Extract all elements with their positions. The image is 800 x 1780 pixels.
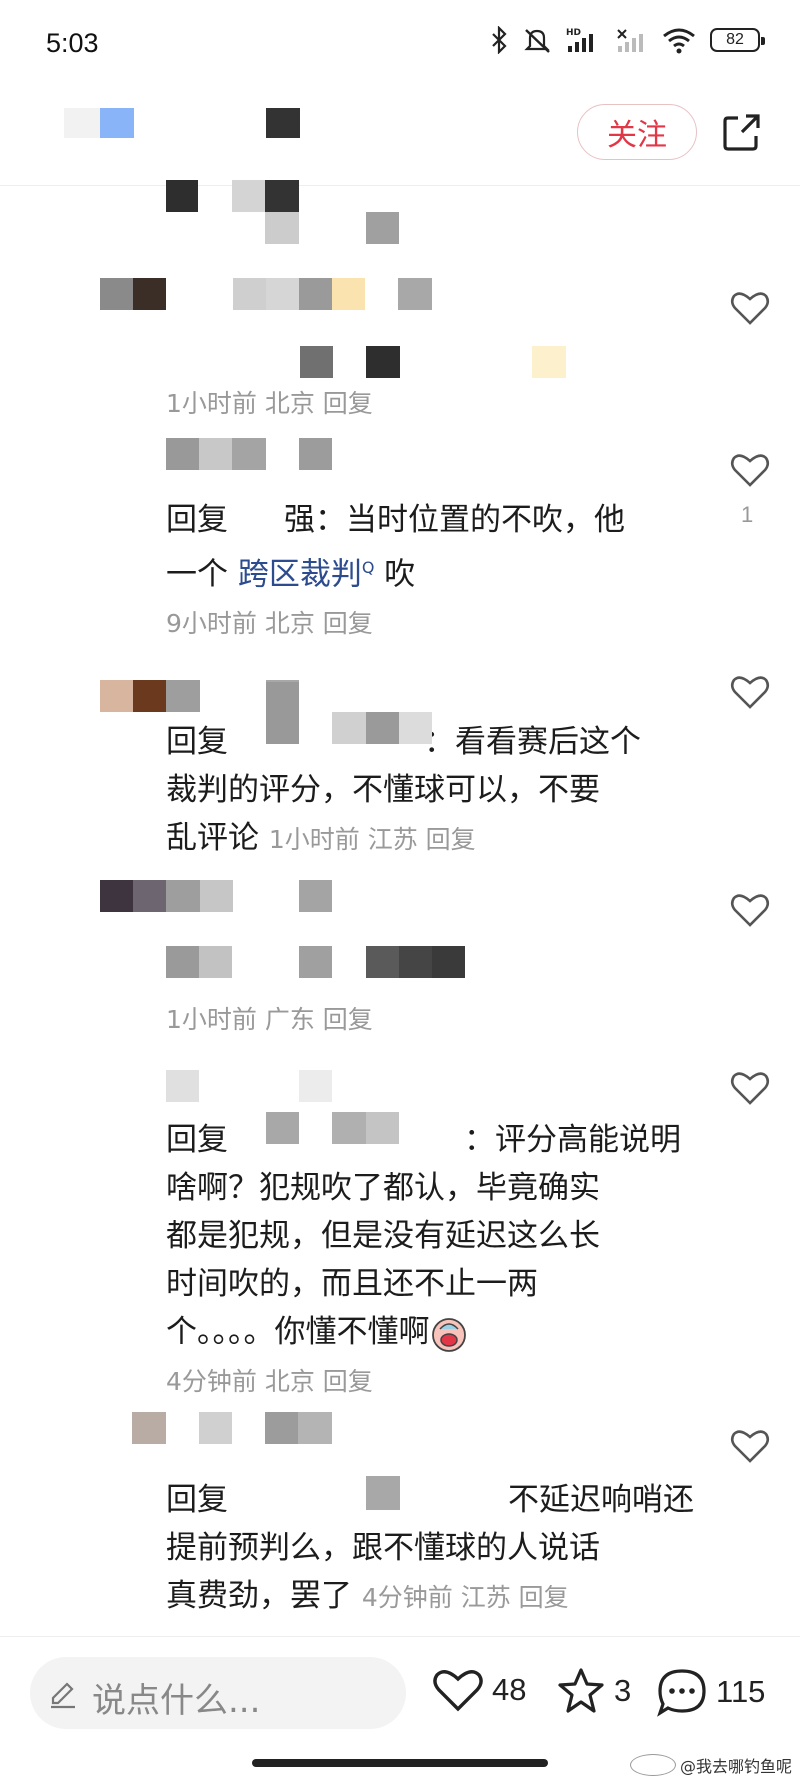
reply-prefix: 回复: [166, 1122, 228, 1158]
comment-3-line1: ：看看赛后这个: [424, 724, 641, 760]
wifi-icon: [663, 28, 695, 54]
status-icons: HD 82: [490, 26, 765, 54]
comment-5-line4: 时间吹的，而且还不止一两: [166, 1266, 538, 1302]
home-indicator[interactable]: [252, 1759, 548, 1767]
search-icon: Q: [361, 558, 375, 577]
comment-action[interactable]: 115: [656, 1667, 765, 1717]
comment-6-line3: 真费劲，罢了: [166, 1578, 352, 1614]
comment-5-reply-mosaic: [266, 1112, 432, 1146]
comment-5-meta: 4分钟前 北京 回复: [166, 1367, 373, 1396]
comment-5-line3: 都是犯规，但是没有延迟这么长: [166, 1218, 600, 1254]
comment-5-text: 回复 ：评分高能说明 啥啊？犯规吹了都认，毕竟确实 都是犯规，但是没有延迟这么长 …: [166, 1116, 700, 1406]
comment-3-like-icon[interactable]: [730, 674, 770, 710]
battery-indicator: 82: [710, 28, 765, 52]
comment-3-line2: 裁判的评分，不懂球可以，不要: [166, 772, 600, 808]
comment-bubble-icon: [657, 1669, 706, 1717]
comment-1-mosaic: [166, 180, 400, 244]
pencil-icon: [51, 1682, 75, 1709]
heart-icon: [433, 1670, 483, 1712]
comment-5-line2: 啥啊？犯规吹了都认，毕竟确实: [166, 1170, 600, 1206]
comment-6-line1: 不延迟响哨还: [508, 1482, 694, 1518]
favorite-action[interactable]: 3: [556, 1667, 631, 1715]
follow-button[interactable]: 关注: [577, 104, 697, 160]
comment-6-text: 回复 不延迟响哨还 提前预判么，跟不懂球的人说话 真费劲，罢了 4分钟前 江苏 回…: [166, 1476, 700, 1622]
mute-bell-icon: [524, 29, 550, 53]
comment-2-text-mosaic: [266, 346, 566, 380]
comment-2-line2-end: 吹: [374, 556, 416, 593]
comment-2-line2-start: 一个: [166, 556, 238, 593]
status-time: 5:03: [46, 28, 99, 58]
reply-prefix: 回复: [166, 1482, 228, 1518]
comment-2-text: 回复 强：当时位置的不吹，他 一个 跨区裁判Q 吹 9小时前 北京 回复: [166, 496, 700, 648]
share-icon[interactable]: [722, 112, 762, 152]
comment-4-author-mosaic: [100, 880, 332, 914]
comment-6-meta: 4分钟前 江苏 回复: [361, 1583, 569, 1612]
svg-text:HD: HD: [566, 28, 581, 38]
like-action[interactable]: 48: [432, 1667, 526, 1713]
comment-6-author-mosaic: [132, 1412, 332, 1446]
comment-5-like-icon[interactable]: [730, 1070, 770, 1106]
comment-count: 115: [716, 1674, 766, 1709]
comment-4-text-mosaic: [166, 946, 466, 980]
comment-2-user-mosaic: [166, 438, 336, 472]
like-count: 48: [492, 1672, 527, 1707]
comment-2-author-mosaic: [100, 278, 432, 312]
author-avatar[interactable]: [64, 100, 134, 146]
watermark: @我去哪钓鱼呢: [629, 1753, 792, 1777]
comment-1-like-icon[interactable]: [730, 290, 770, 326]
comment-6-like-icon[interactable]: [730, 1428, 770, 1464]
comment-4-meta: 1小时前 广东 回复: [166, 1005, 373, 1034]
author-name-mosaic: [266, 108, 300, 138]
comment-6-reply-mosaic: [366, 1476, 400, 1510]
comment-5-line1: ：评分高能说明: [464, 1122, 681, 1158]
topic-link[interactable]: 跨区裁判: [238, 556, 362, 592]
comment-3-meta: 1小时前 江苏 回复: [268, 825, 476, 854]
angry-emoji-icon: [431, 1317, 466, 1352]
comment-3-reply-mosaic: [266, 682, 432, 746]
comment-1-meta: 1小时前 北京 回复: [166, 389, 373, 418]
bottom-bar: 说点什么... 48 3 115 @我去哪钓鱼呢: [0, 1636, 800, 1780]
reply-prefix: 回复: [166, 724, 228, 760]
comment-2-like-icon[interactable]: [730, 452, 770, 488]
star-icon: [558, 1668, 604, 1713]
comment-input-placeholder: 说点什么...: [92, 1681, 261, 1721]
reply-prefix: 回复: [166, 502, 228, 538]
comment-5-author-mosaic: [166, 1070, 336, 1104]
status-bar: 5:03 HD 82: [0, 0, 800, 90]
comment-2-line1: 强：当时位置的不吹，他: [284, 502, 625, 538]
watermark-text: @我去哪钓鱼呢: [679, 1757, 792, 1776]
hd-signal-icon: HD: [566, 28, 593, 52]
comment-5-line5: 个。。。。你懂不懂啊: [166, 1314, 430, 1350]
header: 关注: [0, 90, 800, 186]
comment-input[interactable]: 说点什么...: [30, 1657, 406, 1729]
comment-6-line2: 提前预判么，跟不懂球的人说话: [166, 1530, 600, 1566]
comment-3-text: 回复 ：看看赛后这个 裁判的评分，不懂球可以，不要 乱评论 1小时前 江苏 回复: [166, 718, 700, 864]
comment-2-meta: 9小时前 北京 回复: [166, 609, 373, 639]
comment-3-line3: 乱评论: [166, 820, 259, 856]
bluetooth-icon: [492, 26, 507, 54]
favorite-count: 3: [614, 1673, 632, 1708]
comment-2-like-count: 1: [741, 502, 754, 527]
weibo-logo-icon: [629, 1754, 676, 1776]
signal-weak-icon: [617, 29, 643, 52]
comment-4-like-icon[interactable]: [730, 892, 770, 928]
